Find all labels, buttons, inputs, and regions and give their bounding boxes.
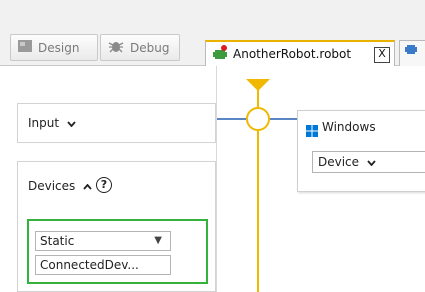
device-mode-select[interactable]: Static ▼	[35, 231, 171, 251]
tab-another-robot[interactable]: AnotherRobot.robot X	[205, 40, 395, 66]
device-mode-value: Static	[40, 234, 75, 248]
devices-header[interactable]: Devices	[28, 179, 92, 193]
palette-divider	[216, 66, 217, 292]
design-button[interactable]: Design	[10, 34, 98, 61]
devices-label: Devices	[28, 179, 76, 193]
connected-device-field[interactable]: ConnectedDev...	[35, 255, 171, 275]
robot-icon	[212, 44, 228, 64]
tab-label: AnotherRobot.robot	[233, 47, 352, 61]
design-icon	[18, 40, 32, 55]
chevron-down-icon	[67, 120, 76, 127]
windows-step-card[interactable]: Windows Device	[297, 110, 425, 192]
device-dropdown[interactable]: Device	[312, 151, 425, 173]
robot-icon	[404, 42, 418, 61]
chevron-down-icon	[367, 159, 376, 166]
device-label: Device	[318, 155, 360, 169]
close-icon[interactable]: X	[374, 47, 390, 63]
design-label: Design	[38, 40, 80, 55]
tab-second[interactable]	[399, 40, 425, 66]
debug-icon	[108, 39, 124, 56]
flow-start-arrow[interactable]	[246, 79, 270, 91]
debug-button[interactable]: Debug	[100, 34, 180, 61]
help-icon[interactable]: ?	[96, 177, 112, 193]
input-section[interactable]: Input	[17, 103, 216, 143]
connected-device-value: ConnectedDev...	[40, 258, 139, 272]
debug-label: Debug	[130, 40, 170, 55]
chevron-up-icon	[83, 183, 92, 190]
flow-branch-node[interactable]	[246, 107, 270, 131]
flow-connector-left	[217, 118, 246, 120]
windows-title: Windows	[322, 120, 376, 134]
windows-icon	[306, 122, 318, 141]
input-label: Input	[28, 116, 60, 130]
input-header[interactable]: Input	[28, 116, 76, 130]
dropdown-arrow-icon: ▼	[154, 235, 162, 246]
